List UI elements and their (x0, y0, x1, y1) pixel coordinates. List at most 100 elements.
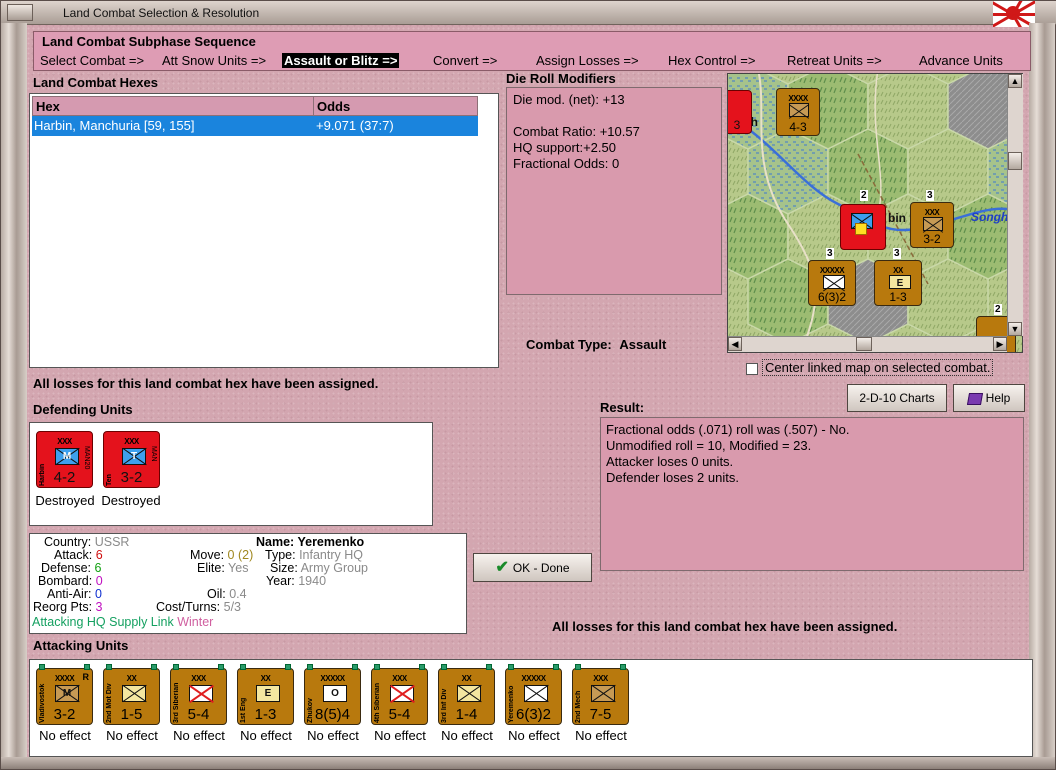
defense-label: Defense: (41, 561, 92, 575)
attacker-status: No effect (240, 728, 292, 743)
center-map-label[interactable]: Center linked map on selected combat. (762, 359, 994, 376)
window-title: Land Combat Selection & Resolution (63, 6, 260, 20)
map-counter-soviet-partial[interactable]: 3 (728, 90, 752, 134)
counter-strength: 4-2 (53, 469, 76, 486)
scroll-right-arrow-icon[interactable]: ▶ (993, 337, 1007, 351)
die-roll-modifiers: Die mod. (net): +13 Combat Ratio: +10.57… (506, 87, 722, 295)
scroll-thumb-vertical[interactable] (1008, 152, 1022, 170)
scroll-left-arrow-icon[interactable]: ◀ (728, 337, 742, 351)
combat-window: Land Combat Selection & Resolution Land … (0, 0, 1056, 770)
map-label-city: bin (888, 211, 906, 225)
defender-counter[interactable]: XXX Harbin MAN20 M 4-2 (36, 431, 93, 488)
attacker-counter[interactable]: XXX 3rd Siberian 5-4 (170, 664, 227, 725)
defender-status: Destroyed (35, 493, 95, 508)
counter-flag-icon (39, 664, 45, 670)
map-counter-vladivostok-army[interactable]: XXX 3-2 (910, 202, 954, 248)
reorg-value: 3 (95, 600, 103, 614)
modifier-line: HQ support:+2.50 (513, 140, 616, 155)
defending-title: Defending Units (33, 402, 133, 417)
counter-flag-icon (352, 664, 358, 670)
counter-side: MAN20 (83, 446, 90, 470)
combat-type-value: Assault (619, 337, 667, 352)
column-header-hex[interactable]: Hex (32, 96, 314, 116)
map-vertical-scrollbar[interactable]: ▲ ▼ (1007, 74, 1023, 336)
map-horizontal-scrollbar[interactable]: ◀ ▶ (728, 336, 1007, 352)
unit-symbol-letter: M (62, 688, 72, 699)
stack-count: 2 (860, 190, 868, 201)
scroll-up-arrow-icon[interactable]: ▲ (1008, 74, 1022, 88)
help-button-label: Help (985, 391, 1011, 405)
result-line: Unmodified roll = 10, Modified = 23. (606, 438, 812, 453)
subphase-sequence: Land Combat Subphase Sequence Select Com… (33, 31, 1031, 71)
counter-flag-icon (620, 664, 626, 670)
ok-done-button[interactable]: ✔ OK - Done (473, 553, 592, 582)
map-counter-1st-eng[interactable]: XX E 1-3 (874, 260, 922, 306)
combat-result: Fractional odds (.071) roll was (.507) -… (600, 417, 1024, 571)
attacker-status: No effect (173, 728, 225, 743)
counter-flag-icon (218, 664, 224, 670)
attacker-counter[interactable]: XXX 2nd Mech 7-5 (572, 664, 629, 725)
counter-size: XXXX (788, 94, 808, 103)
counter-flag-icon (486, 664, 492, 670)
charts-button[interactable]: 2-D-10 Charts (847, 384, 947, 412)
counter-strength: 1-3 (889, 290, 907, 304)
step-advance-units: Advance Units (919, 53, 1003, 68)
counter-strength: 8(5)4 (314, 706, 351, 723)
counter-flag-icon (285, 664, 291, 670)
defender-loss-message: All losses for this land combat hex have… (33, 376, 379, 391)
stack-count: 3 (826, 248, 834, 259)
counter-size: XXXXX (320, 674, 345, 683)
counter-flag-icon (553, 664, 559, 670)
oil-label: Oil: (207, 587, 226, 601)
attacker-counter[interactable]: XXXXX Yeremenko 6(3)2 (505, 664, 562, 725)
result-line: Attacker loses 0 units. (606, 454, 734, 469)
attacker-counter[interactable]: XXXXX Zhukov O 8(5)4 (304, 664, 361, 725)
unit-symbol-letter: T (130, 451, 138, 462)
counter-strength: 1-4 (455, 706, 478, 723)
column-header-odds[interactable]: Odds (313, 96, 478, 116)
counter-size: XXXXX (521, 674, 546, 683)
attacker-counter[interactable]: XXXX Vladivostok R M 3-2 (36, 664, 93, 725)
cost-value: 5/3 (223, 600, 242, 614)
defender-counter[interactable]: XXX Ten MAN T 3-2 (103, 431, 160, 488)
attacker-counter[interactable]: XXX 4th Siberian 5-4 (371, 664, 428, 725)
map-counter-yeremenko[interactable]: XXXXX 6(3)2 (808, 260, 856, 306)
unit-symbol-icon: E (889, 275, 911, 289)
hexes-title: Land Combat Hexes (33, 75, 158, 90)
attacking-units-panel: XXXX Vladivostok R M 3-2 No effect XX 2nd Mot D… (29, 659, 1033, 757)
subphase-title: Land Combat Subphase Sequence (42, 34, 256, 49)
antiair-value: 0 (94, 587, 102, 601)
attack-value: 6 (95, 548, 103, 562)
attacker-counter[interactable]: XX 1st Eng E 1-3 (237, 664, 294, 725)
system-menu-button[interactable] (7, 4, 33, 21)
unit-symbol-icon (922, 217, 944, 233)
map-counter-harbin-defender[interactable] (840, 204, 886, 250)
supply-link-status: Attacking HQ Supply Link (32, 615, 174, 629)
reorg-label: Reorg Pts: (33, 600, 93, 614)
step-retreat-units: Retreat Units => (787, 53, 882, 68)
elite-value: Yes (228, 561, 249, 575)
center-map-checkbox[interactable] (746, 363, 758, 375)
counter-size: XX (893, 266, 903, 275)
unit-symbol-letter: O (331, 688, 339, 699)
counter-size: XXX (191, 674, 206, 683)
counter-size: XX (126, 674, 137, 683)
scroll-down-arrow-icon[interactable]: ▼ (1008, 322, 1022, 336)
unit-symbol-icon (524, 684, 549, 703)
map-counter-partial-strength: 3 (733, 118, 741, 132)
scroll-thumb-horizontal[interactable] (856, 337, 872, 351)
country-label: Country: (44, 535, 92, 549)
table-row[interactable]: Harbin, Manchuria [59, 155] +9.071 (37:7… (32, 116, 478, 136)
attacker-counter[interactable]: XX 2nd Mot Div 1-5 (103, 664, 160, 725)
window-frame-left (1, 23, 27, 769)
ok-done-label: OK - Done (512, 561, 570, 575)
season-value: Winter (177, 615, 214, 629)
counter-side: MAN (150, 446, 157, 462)
map-counter-vladivostok[interactable]: XXXX 4-3 (776, 88, 820, 136)
year-label: Year: (266, 574, 295, 588)
help-book-icon (966, 392, 983, 405)
attacker-counter[interactable]: XX 3rd Inf Div 1-4 (438, 664, 495, 725)
combat-type-label: Combat Type: (526, 337, 612, 352)
linked-map[interactable]: Songhua bin Gih 3 XXXX 4-3 XXX 3-2 XXXXX… (727, 73, 1023, 353)
help-button[interactable]: Help (953, 384, 1025, 412)
